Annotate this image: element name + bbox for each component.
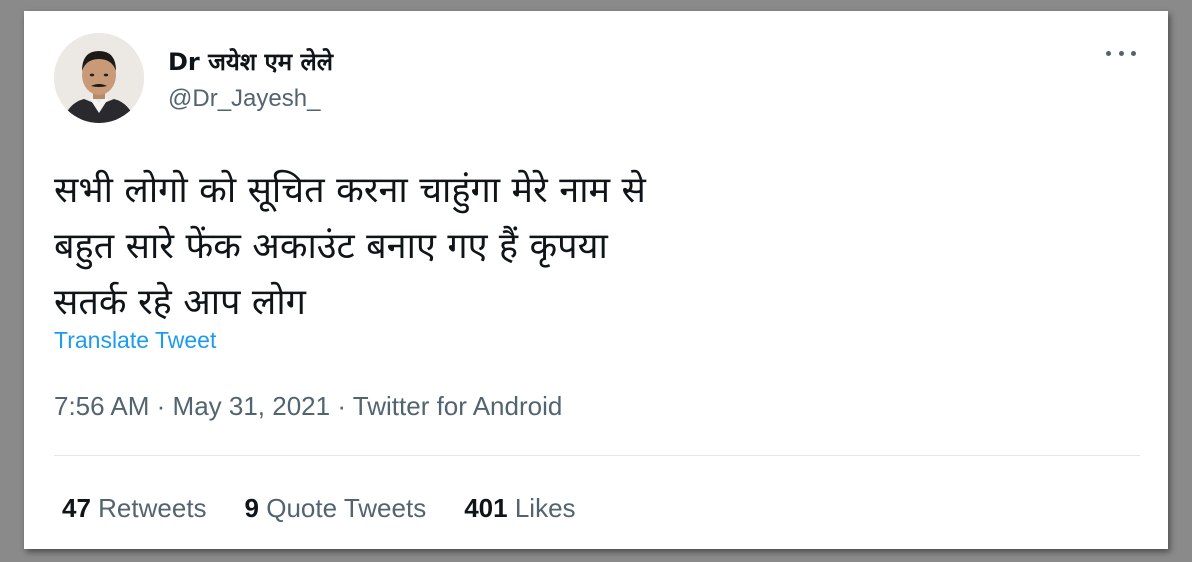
translate-tweet-link[interactable]: Translate Tweet	[54, 327, 216, 354]
retweets-label: Retweets	[98, 493, 207, 523]
retweets-stat[interactable]: 47 Retweets	[62, 493, 207, 524]
likes-label: Likes	[514, 493, 576, 523]
author-handle[interactable]: @Dr_Jayesh_	[168, 85, 320, 113]
tweet-time[interactable]: 7:56 AM	[54, 391, 149, 421]
tweet-text: सभी लोगो को सूचित करना चाहुंगा मेरे नाम …	[54, 163, 794, 331]
tweet-text-line: सतर्क रहे आप लोग	[54, 282, 306, 323]
meta-separator: ·	[156, 391, 166, 421]
quote-tweets-count: 9	[244, 493, 260, 523]
divider	[54, 455, 1140, 456]
author-display-name[interactable]: Dr जयेश एम लेले	[168, 45, 333, 78]
likes-stat[interactable]: 401 Likes	[464, 493, 575, 524]
engagement-stats: 47 Retweets 9 Quote Tweets 401 Likes	[62, 493, 614, 524]
more-options-button[interactable]	[1104, 41, 1138, 65]
retweets-count: 47	[62, 493, 91, 523]
quote-tweets-label: Quote Tweets	[266, 493, 427, 523]
likes-count: 401	[464, 493, 508, 523]
avatar[interactable]	[54, 33, 144, 123]
more-horizontal-icon	[1106, 50, 1111, 56]
tweet-metadata: 7:56 AM · May 31, 2021 · Twitter for And…	[54, 391, 562, 422]
tweet-card: Dr जयेश एम लेले @Dr_Jayesh_ सभी लोगो को …	[24, 11, 1168, 549]
meta-separator: ·	[337, 391, 347, 421]
tweet-text-line: सभी लोगो को सूचित करना चाहुंगा मेरे नाम …	[54, 170, 646, 211]
quote-tweets-stat[interactable]: 9 Quote Tweets	[245, 493, 427, 524]
tweet-text-line: बहुत सारे फेंक अकाउंट बनाए गए हैं कृपया	[54, 226, 608, 267]
tweet-source[interactable]: Twitter for Android	[353, 391, 563, 421]
tweet-date[interactable]: May 31, 2021	[173, 391, 331, 421]
